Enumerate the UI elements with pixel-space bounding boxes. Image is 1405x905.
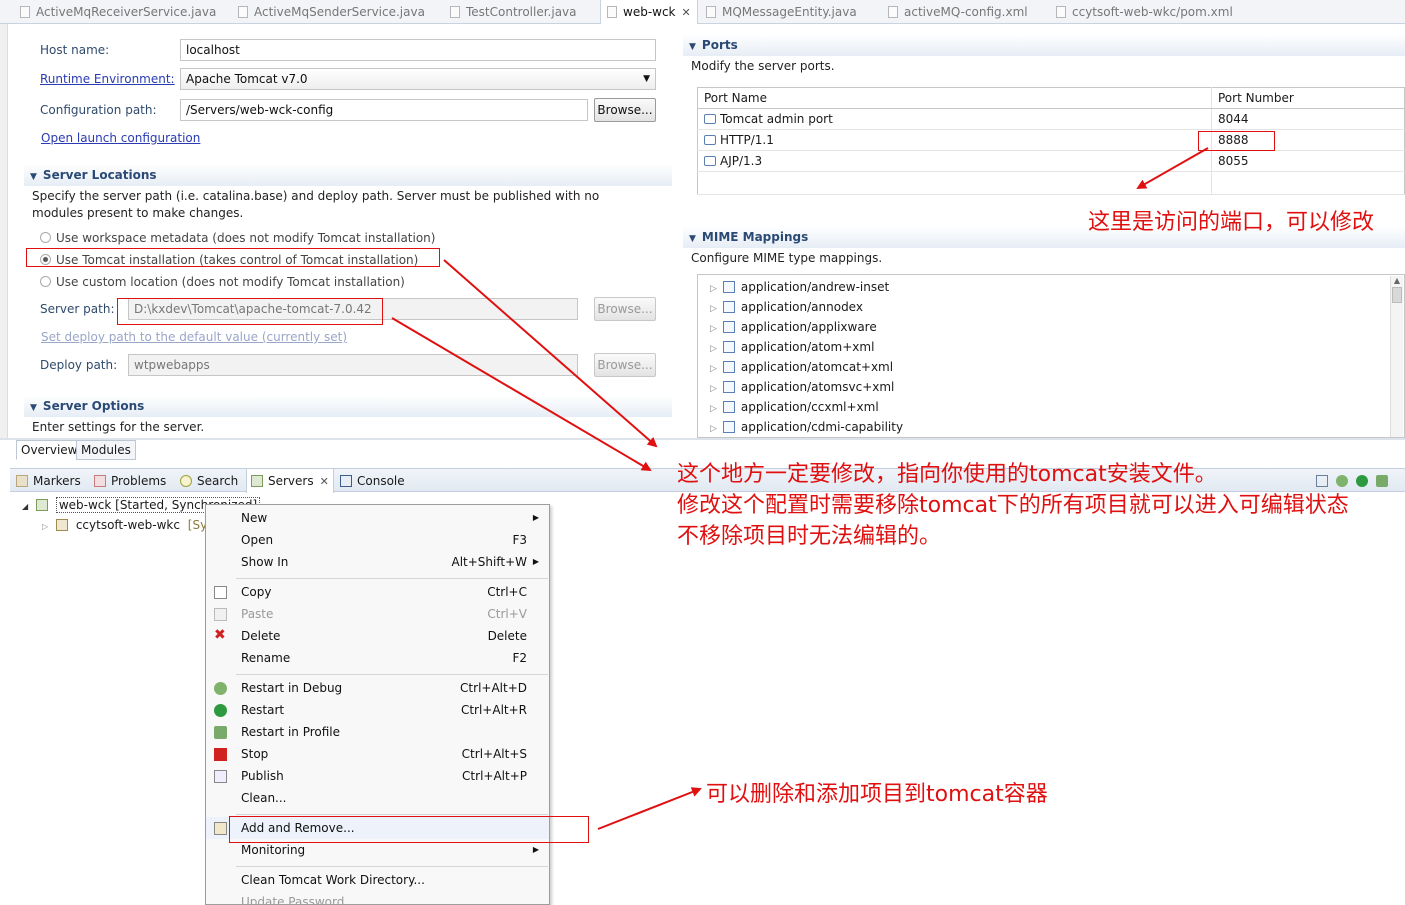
arrow-server-path xyxy=(391,317,652,472)
arrow-port xyxy=(1136,147,1209,189)
annotation-arrows xyxy=(391,147,1209,830)
annotation-tomcat-note-2: 修改这个配置时需要移除tomcat下的所有项目就可以进入可编辑状态 xyxy=(677,493,1349,518)
arrow-tomcat-install xyxy=(443,259,658,448)
annotation-tomcat-note-3: 不移除项目时无法编辑的。 xyxy=(677,524,942,549)
annotation-add-remove-note: 可以删除和添加项目到tomcat容器 xyxy=(706,782,1048,807)
annotation-port-note: 这里是访问的端口，可以修改 xyxy=(1088,210,1375,235)
arrow-add-remove xyxy=(597,787,702,830)
annotation-tomcat-note-1: 这个地方一定要修改，指向你使用的tomcat安装文件。 xyxy=(677,462,1217,487)
